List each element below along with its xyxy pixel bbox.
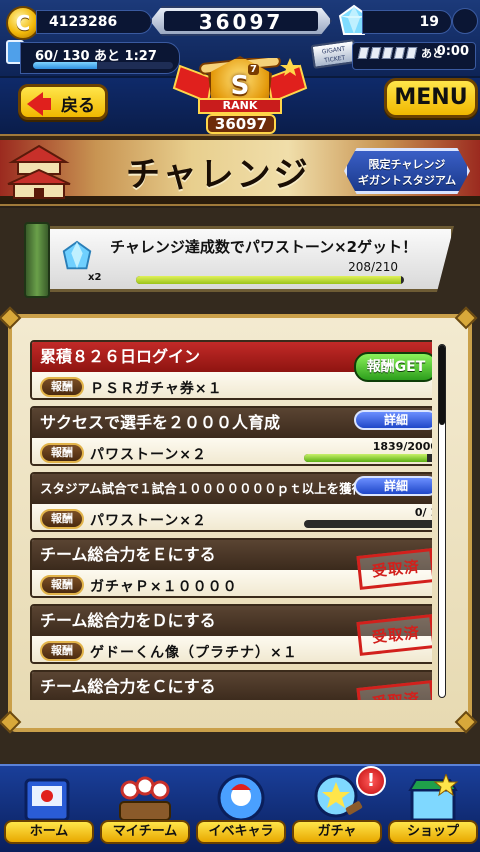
list-scrollbar-thumb[interactable] — [439, 345, 445, 425]
scroll-rod-icon — [24, 222, 50, 298]
home-icon — [24, 778, 70, 822]
limited-challenge-button[interactable]: 限定チャレンジ ギガントスタジアム — [344, 148, 470, 194]
coin-count: 4123286 — [36, 10, 152, 34]
reward-text: パワストーン×２ — [90, 513, 208, 529]
challenge-progress-count: 1839/2000 — [372, 440, 432, 453]
challenge-reward-row: 報酬 パワストーン×２ 1839/2000 — [32, 438, 432, 464]
challenge-item: チーム総合力をＤにする 報酬 ゲドーくん像（プラチナ）×１ 受取済 — [30, 604, 432, 664]
settings-button[interactable] — [452, 8, 478, 34]
back-label: 戻る — [61, 96, 95, 116]
page-title: チャレンジ — [126, 155, 311, 195]
goal-text: チャレンジ達成数でパワストーン×2ゲット！ — [110, 238, 418, 256]
list-scrollbar[interactable] — [438, 344, 446, 698]
power-stone-icon — [62, 240, 92, 270]
reward-tag: 報酬 — [40, 443, 84, 463]
goal-progress-count: 208/210 — [348, 260, 398, 274]
reward-tag: 報酬 — [40, 641, 84, 661]
goal-progress-fill — [136, 276, 402, 284]
challenge-item: スタジアム試合で１試合１０００００００ｐｔ以上を獲得 報酬 パワストーン×２ 0… — [30, 472, 432, 532]
nav-shop[interactable]: ショップ — [388, 774, 478, 846]
challenge-reward-row: 報酬 パワストーン×２ 0/ 1 — [32, 504, 432, 530]
challenge-item: チーム総合力をＣにする 報酬 受取済 — [30, 670, 432, 700]
ticket-segment — [381, 47, 394, 59]
reward-text: ガチャＰ×１００００ — [90, 579, 238, 595]
reward-tag: 報酬 — [40, 575, 84, 595]
nav-home-label: ホーム — [4, 820, 94, 844]
stamina-bar — [33, 62, 173, 69]
ticket-segment — [369, 47, 382, 59]
ticket-segment — [393, 47, 406, 59]
nav-my-team-label: マイチーム — [100, 820, 190, 844]
nav-my-team[interactable]: マイチーム — [100, 774, 190, 846]
ticket-time: 0:00 — [436, 44, 469, 59]
shop-icon — [408, 774, 459, 822]
nav-shop-label: ショップ — [388, 820, 478, 844]
challenge-progress-count: 0/ 1 — [414, 506, 432, 519]
challenge-item: チーム総合力をＥにする 報酬 ガチャＰ×１００００ 受取済 — [30, 538, 432, 598]
nav-gacha-label: ガチャ — [292, 820, 382, 844]
event-char-icon — [217, 774, 265, 822]
detail-button[interactable]: 詳細 — [354, 410, 432, 430]
rank-grade: S — [230, 71, 250, 101]
goal-reward-count: x2 — [88, 272, 102, 283]
limited-challenge-sublabel: ギガントスタジアム — [357, 174, 457, 187]
challenge-progress-bar — [304, 520, 432, 528]
ticket-segment — [405, 47, 418, 59]
coin-icon: C — [6, 6, 40, 40]
ticket-gauge: あと 0:00 — [352, 42, 476, 70]
limited-challenge-label: 限定チャレンジ — [368, 158, 446, 171]
rank-emblem[interactable]: S 7 RANK 36097 — [172, 44, 308, 134]
power-display: 36097 — [150, 6, 332, 36]
back-button[interactable]: 戻る — [18, 84, 108, 120]
castle-icon — [7, 144, 71, 199]
challenge-item: 累積８２６日ログイン 報酬 ＰＳＲガチャ券×１ 報酬GET — [30, 340, 432, 400]
challenge-list[interactable]: 累積８２６日ログイン 報酬 ＰＳＲガチャ券×１ 報酬GET サクセスで選手を２０… — [18, 336, 432, 700]
rank-score: 36097 — [206, 114, 276, 134]
challenge-progress-fill — [304, 454, 428, 462]
rank-sub-grade: 7 — [248, 64, 259, 75]
reward-text: ゲドーくん像（プラチナ）×１ — [90, 645, 298, 661]
detail-button[interactable]: 詳細 — [354, 476, 432, 496]
team-icon — [119, 776, 171, 821]
rank-label: RANK — [198, 98, 282, 114]
power-value: 36097 — [164, 11, 318, 31]
ticket-segment — [357, 47, 370, 59]
challenge-progress-bar — [304, 454, 432, 462]
reward-tag: 報酬 — [40, 509, 84, 529]
reward-tag: 報酬 — [40, 377, 84, 397]
notification-badge: ! — [356, 766, 386, 796]
goal-progress-bar — [136, 276, 404, 284]
reward-text: パワストーン×２ — [90, 447, 208, 463]
challenge-item: サクセスで選手を２０００人育成 報酬 パワストーン×２ 1839/2000 詳細 — [30, 406, 432, 466]
nav-event-characters[interactable]: イベキャラ — [196, 774, 286, 846]
reward-text: ＰＳＲガチャ券×１ — [90, 381, 223, 397]
power-stone-count: 19 — [362, 10, 452, 34]
stamina-bar-fill — [33, 62, 98, 69]
nav-event-characters-label: イベキャラ — [196, 820, 286, 844]
back-arrow-icon-tail — [41, 98, 51, 110]
reward-get-button[interactable]: 報酬GET — [354, 352, 432, 382]
nav-home[interactable]: ホーム — [4, 774, 94, 846]
menu-button[interactable]: MENU — [384, 78, 478, 118]
stamina-box: 60/ 130 あと 1:27 — [20, 42, 180, 74]
